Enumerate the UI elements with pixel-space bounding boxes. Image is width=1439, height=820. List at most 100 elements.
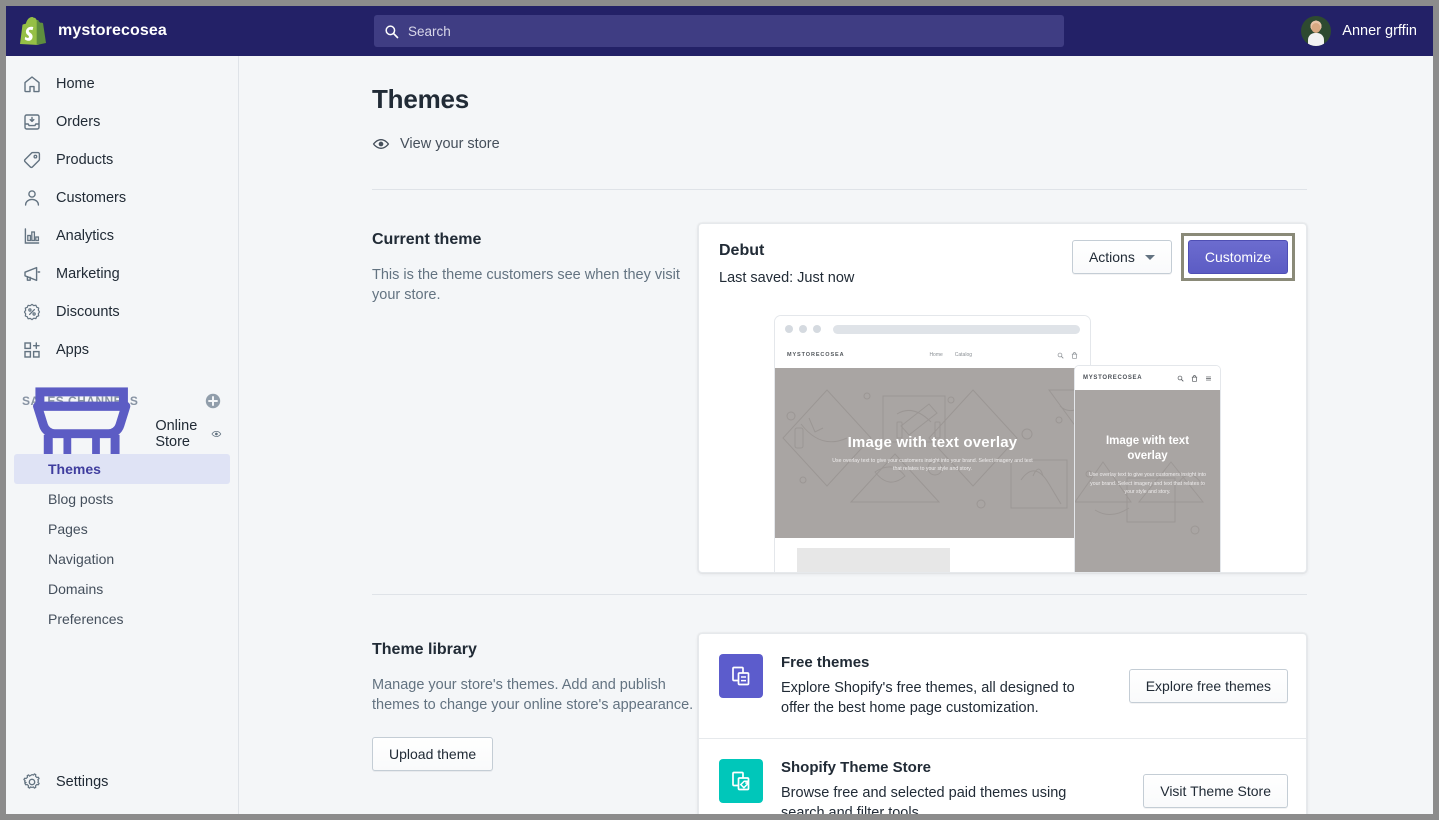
hero-line-art — [775, 368, 1090, 538]
browser-dot — [785, 325, 793, 333]
sidebar-item-label: Apps — [56, 342, 89, 358]
browser-address-bar — [833, 325, 1080, 334]
mobile-preview-icons — [1177, 375, 1212, 382]
store-name: mystorecosea — [58, 22, 167, 40]
sidebar: Home Orders Products — [6, 56, 239, 814]
chevron-down-icon — [1145, 255, 1155, 260]
browser-chrome — [775, 316, 1090, 342]
theme-library-heading: Theme library — [372, 641, 698, 659]
preview-placeholder-block — [797, 548, 950, 573]
sidebar-nav: Home Orders Products — [6, 56, 238, 366]
theme-store-text: Shopify Theme Store Browse free and sele… — [781, 759, 1125, 814]
preview-site-header: MYSTORECOSEA Home Catalog — [775, 342, 1090, 368]
sidebar-item-label: Analytics — [56, 228, 114, 244]
sidebar-item-home[interactable]: Home — [14, 68, 230, 100]
customize-focus-ring: Customize — [1184, 236, 1292, 278]
page-inner: Themes View your store Current theme Thi… — [372, 56, 1307, 814]
mobile-preview-hero-subtitle: Use overlay text to give your customers … — [1075, 471, 1220, 497]
divider — [372, 594, 1307, 595]
preview-hero: Image with text overlay Use overlay text… — [775, 368, 1090, 538]
free-themes-description: Explore Shopify's free themes, all desig… — [781, 678, 1081, 718]
sidebar-item-pages[interactable]: Pages — [14, 514, 230, 544]
preview-below-hero — [775, 538, 1090, 573]
themes-copy-icon-glyph — [729, 664, 753, 688]
preview-hero-subtitle: Use overlay text to give your customers … — [828, 457, 1038, 473]
upload-theme-wrap: Upload theme — [372, 737, 698, 771]
sidebar-item-settings[interactable]: Settings — [14, 766, 230, 798]
sidebar-item-label: Marketing — [56, 266, 120, 282]
free-themes-text: Free themes Explore Shopify's free theme… — [781, 654, 1111, 718]
theme-actions: Actions Customize — [1072, 236, 1292, 278]
mobile-preview-hero: Image with text overlay Use overlay text… — [1075, 390, 1220, 573]
main-content: Themes View your store Current theme Thi… — [239, 56, 1433, 814]
sidebar-item-products[interactable]: Products — [14, 144, 230, 176]
eye-icon[interactable] — [211, 425, 222, 443]
brand[interactable]: mystorecosea — [6, 17, 366, 45]
theme-store-tag-icon — [719, 759, 763, 803]
current-theme-info: Current theme This is the theme customer… — [372, 223, 698, 573]
theme-store-row: Shopify Theme Store Browse free and sele… — [699, 738, 1306, 814]
mobile-preview-logo: MYSTORECOSEA — [1083, 375, 1142, 381]
sidebar-item-analytics[interactable]: Analytics — [14, 220, 230, 252]
sidebar-item-label: Products — [56, 152, 113, 168]
desktop-preview[interactable]: MYSTORECOSEA Home Catalog — [775, 316, 1090, 573]
actions-button[interactable]: Actions — [1072, 240, 1172, 274]
user-name: Anner grffin — [1342, 23, 1417, 39]
preview-nav-item: Home — [929, 352, 942, 358]
view-your-store-link[interactable]: View your store — [372, 135, 500, 153]
sidebar-footer: Settings — [6, 766, 238, 814]
view-your-store-label: View your store — [400, 136, 500, 152]
mobile-preview-hero-title: Image with text overlay — [1075, 434, 1220, 464]
sidebar-item-discounts[interactable]: Discounts — [14, 296, 230, 328]
sidebar-item-label: Home — [56, 76, 95, 92]
sidebar-item-preferences[interactable]: Preferences — [14, 604, 230, 634]
explore-free-themes-button[interactable]: Explore free themes — [1129, 669, 1288, 703]
search-wrap: Search — [374, 15, 1064, 47]
search-input[interactable]: Search — [374, 15, 1064, 47]
bag-icon — [1071, 352, 1078, 359]
sidebar-item-navigation[interactable]: Navigation — [14, 544, 230, 574]
upload-theme-button[interactable]: Upload theme — [372, 737, 493, 771]
visit-theme-store-button[interactable]: Visit Theme Store — [1143, 774, 1288, 808]
free-themes-row: Free themes Explore Shopify's free theme… — [699, 634, 1306, 738]
preview-icons — [1057, 352, 1078, 359]
sidebar-item-orders[interactable]: Orders — [14, 106, 230, 138]
avatar — [1301, 16, 1331, 46]
search-icon — [1057, 352, 1064, 359]
preview-logo: MYSTORECOSEA — [787, 352, 844, 358]
sidebar-item-label: Discounts — [56, 304, 120, 320]
sidebar-item-customers[interactable]: Customers — [14, 182, 230, 214]
orders-inbox-icon — [22, 112, 42, 132]
preview-nav: Home Catalog — [844, 352, 1057, 358]
bag-icon — [1191, 375, 1198, 382]
user-menu[interactable]: Anner grffin — [1301, 6, 1417, 56]
current-theme-description: This is the theme customers see when the… — [372, 265, 698, 305]
theme-store-button-wrap: Visit Theme Store — [1143, 774, 1288, 808]
shopify-bag-icon — [20, 17, 46, 45]
discount-percent-icon — [22, 302, 42, 322]
customize-button[interactable]: Customize — [1188, 240, 1288, 274]
free-themes-title: Free themes — [781, 654, 1111, 671]
search-icon — [384, 24, 399, 39]
theme-library-description: Manage your store's themes. Add and publ… — [372, 675, 698, 715]
plus-circle-icon[interactable] — [204, 392, 222, 410]
top-bar: mystorecosea Search Anner grffin — [6, 6, 1433, 56]
sidebar-item-label: Orders — [56, 114, 100, 130]
apps-grid-plus-icon — [22, 340, 42, 360]
free-themes-button-wrap: Explore free themes — [1129, 669, 1288, 703]
sidebar-item-marketing[interactable]: Marketing — [14, 258, 230, 290]
preview-nav-item: Catalog — [955, 352, 972, 358]
sidebar-item-themes[interactable]: Themes — [14, 454, 230, 484]
sidebar-item-online-store[interactable]: Online Store — [14, 418, 230, 450]
search-placeholder: Search — [408, 24, 451, 39]
sidebar-item-label: Online Store — [155, 418, 197, 450]
mobile-preview[interactable]: MYSTORECOSEA — [1075, 366, 1220, 573]
theme-store-title: Shopify Theme Store — [781, 759, 1125, 776]
sidebar-item-blog-posts[interactable]: Blog posts — [14, 484, 230, 514]
online-store-subnav: Themes Blog posts Pages Navigation Domai… — [14, 454, 230, 634]
page-title: Themes — [372, 84, 1307, 115]
sidebar-item-apps[interactable]: Apps — [14, 334, 230, 366]
sidebar-item-domains[interactable]: Domains — [14, 574, 230, 604]
theme-library-card-wrap: Free themes Explore Shopify's free theme… — [698, 633, 1307, 814]
actions-label: Actions — [1089, 249, 1135, 265]
